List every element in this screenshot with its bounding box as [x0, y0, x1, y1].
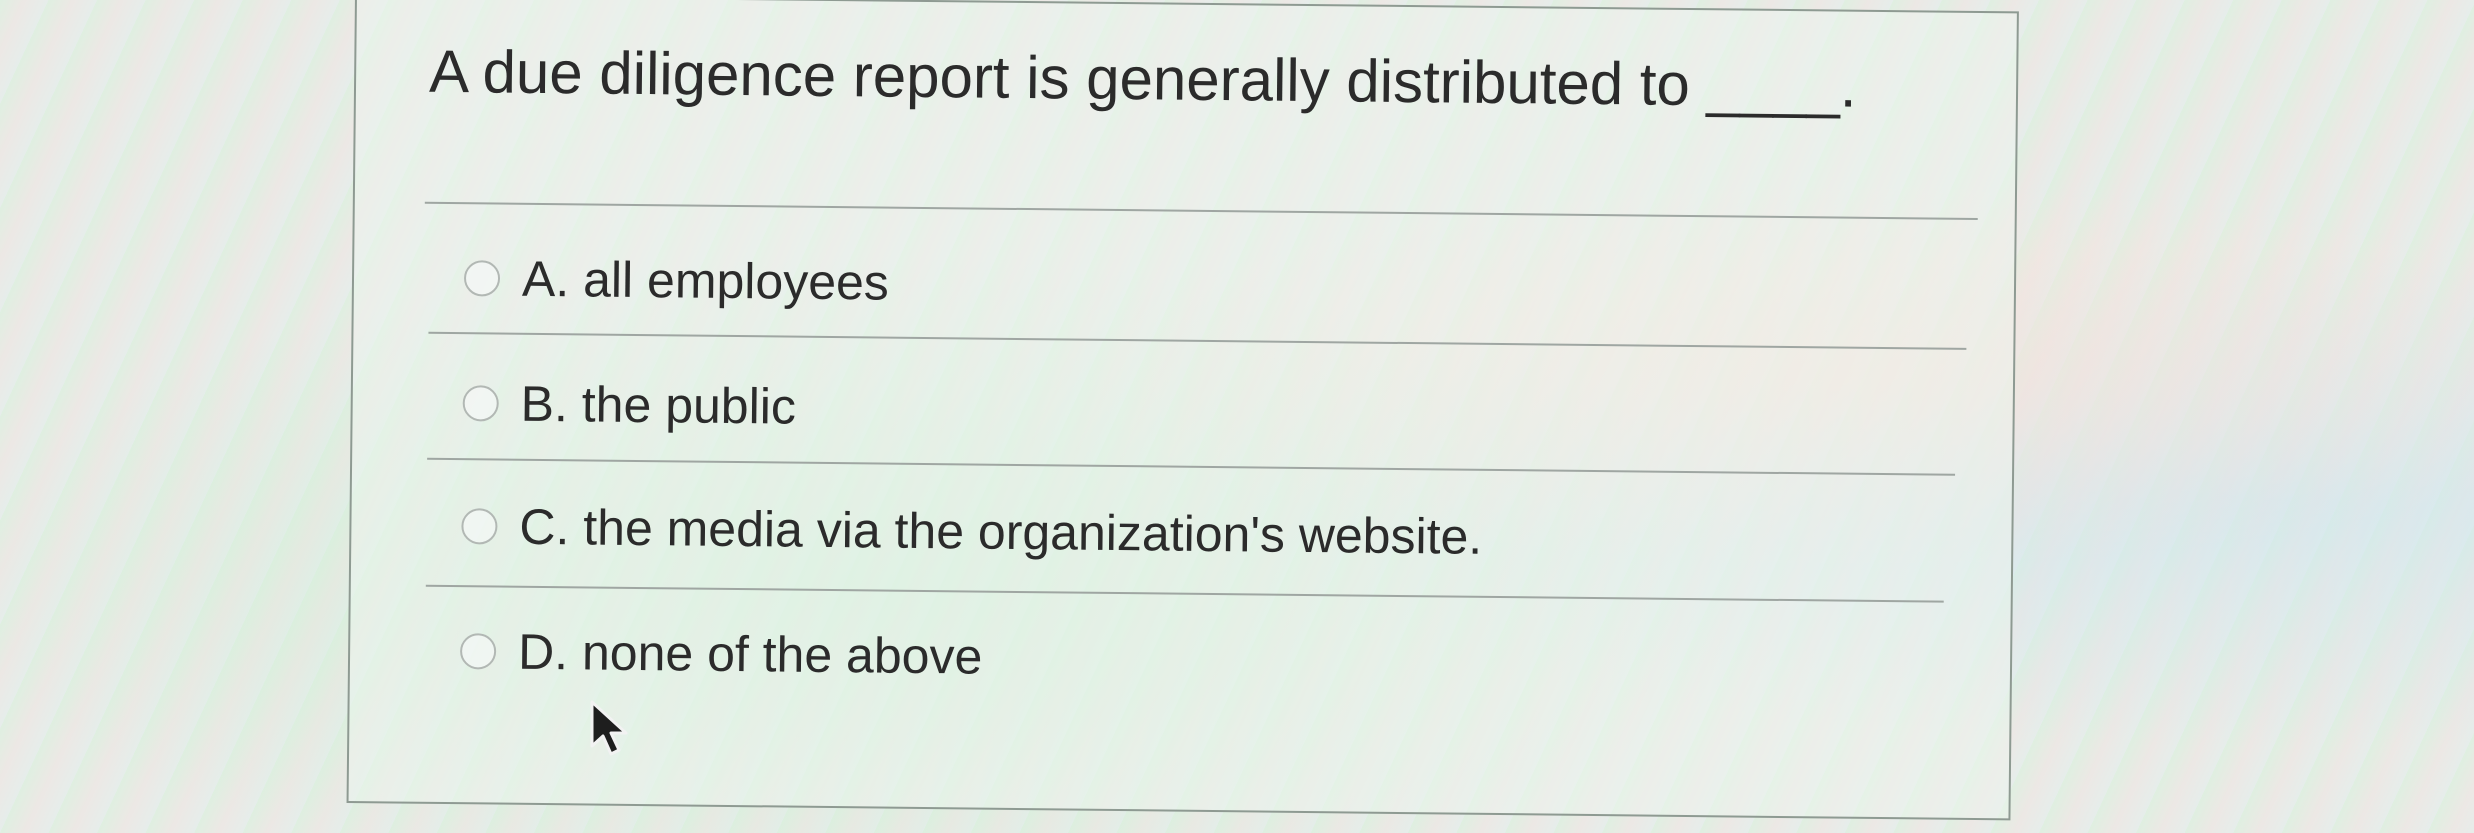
question-panel: A due diligence report is generally dist… — [346, 0, 2019, 821]
option-a-radio[interactable] — [463, 260, 501, 297]
option-divider — [427, 457, 1956, 476]
option-b-radio[interactable] — [462, 385, 499, 422]
option-a[interactable]: A. all employees — [463, 249, 889, 312]
option-b[interactable]: B. the public — [462, 374, 796, 435]
option-c-radio[interactable] — [461, 508, 498, 545]
question-text: A due diligence report is generally dist… — [428, 37, 1858, 120]
option-d-label[interactable]: D. none of the above — [518, 623, 983, 686]
mouse-pointer-arrow-icon — [590, 700, 628, 756]
option-d-radio[interactable] — [459, 633, 497, 670]
question-divider — [424, 201, 1978, 221]
option-a-label[interactable]: A. all employees — [522, 250, 889, 312]
option-divider — [428, 331, 1967, 350]
option-c[interactable]: C. the media via the organization's webs… — [461, 497, 1483, 566]
option-c-label[interactable]: C. the media via the organization's webs… — [519, 498, 1482, 566]
option-b-label[interactable]: B. the public — [520, 375, 796, 436]
option-d[interactable]: D. none of the above — [459, 622, 983, 686]
option-divider — [425, 584, 1944, 603]
